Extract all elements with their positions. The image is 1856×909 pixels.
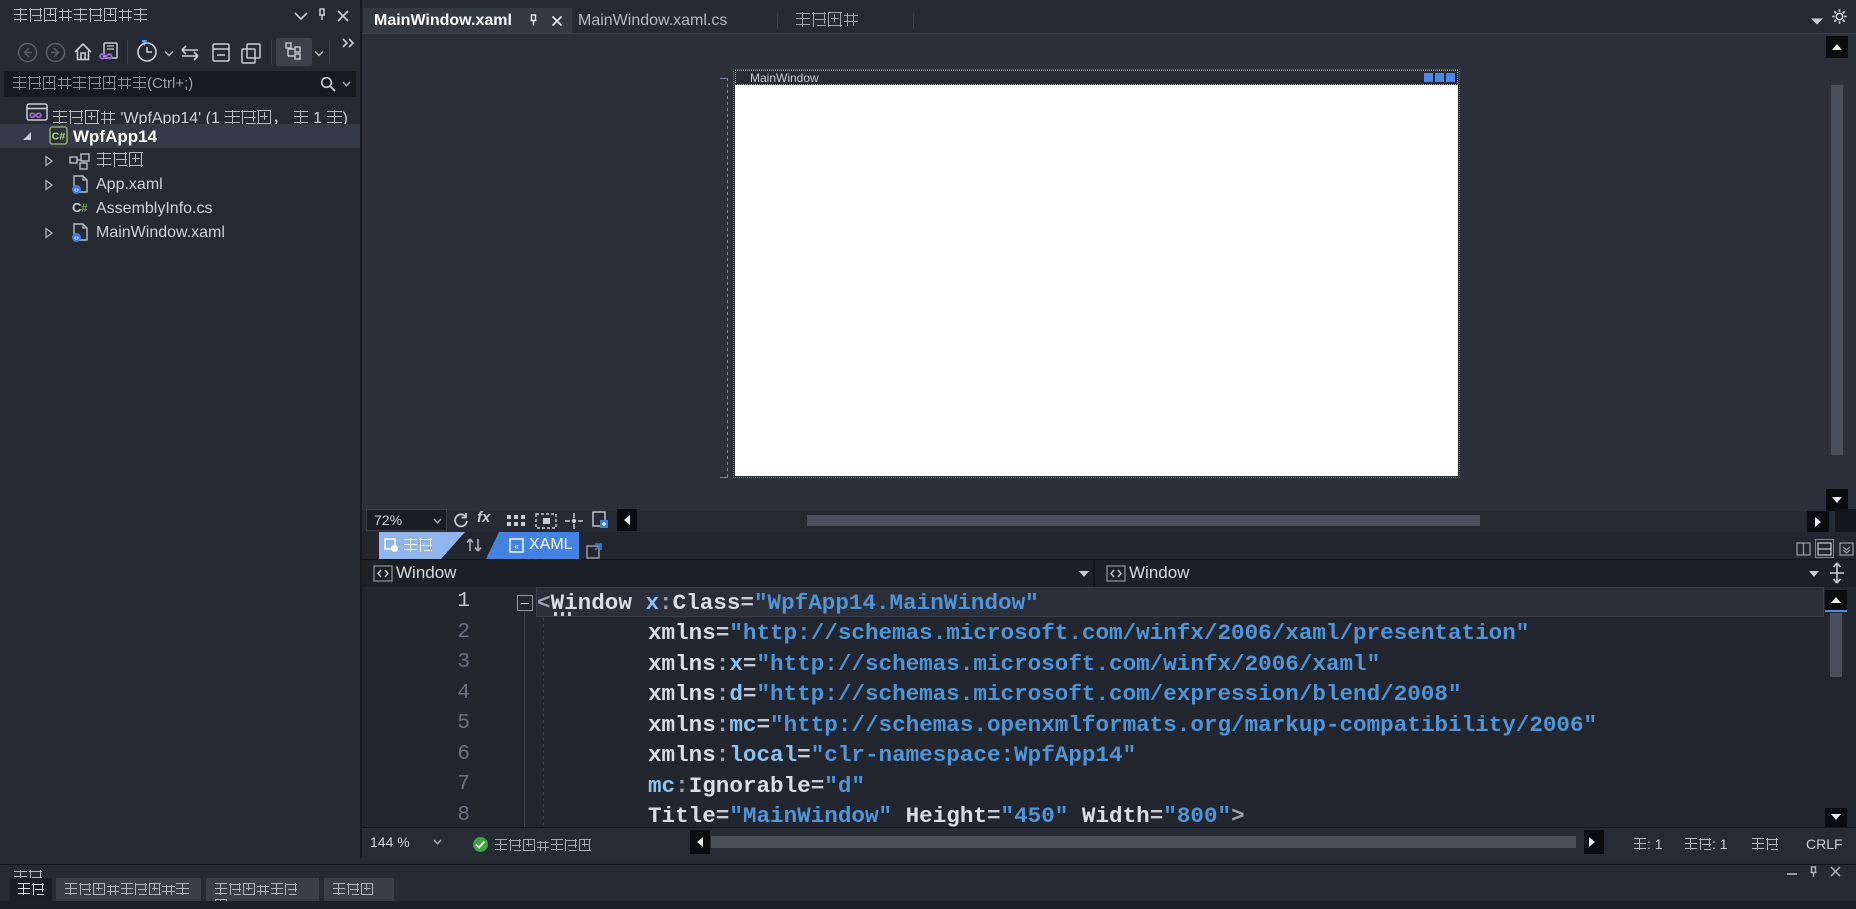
svg-text:«: « — [514, 542, 519, 551]
svg-text:‹›: ‹› — [74, 187, 79, 194]
svg-text:#: # — [81, 201, 88, 215]
svg-text:‹›: ‹› — [74, 235, 79, 242]
svg-text:C#: C# — [52, 131, 66, 143]
